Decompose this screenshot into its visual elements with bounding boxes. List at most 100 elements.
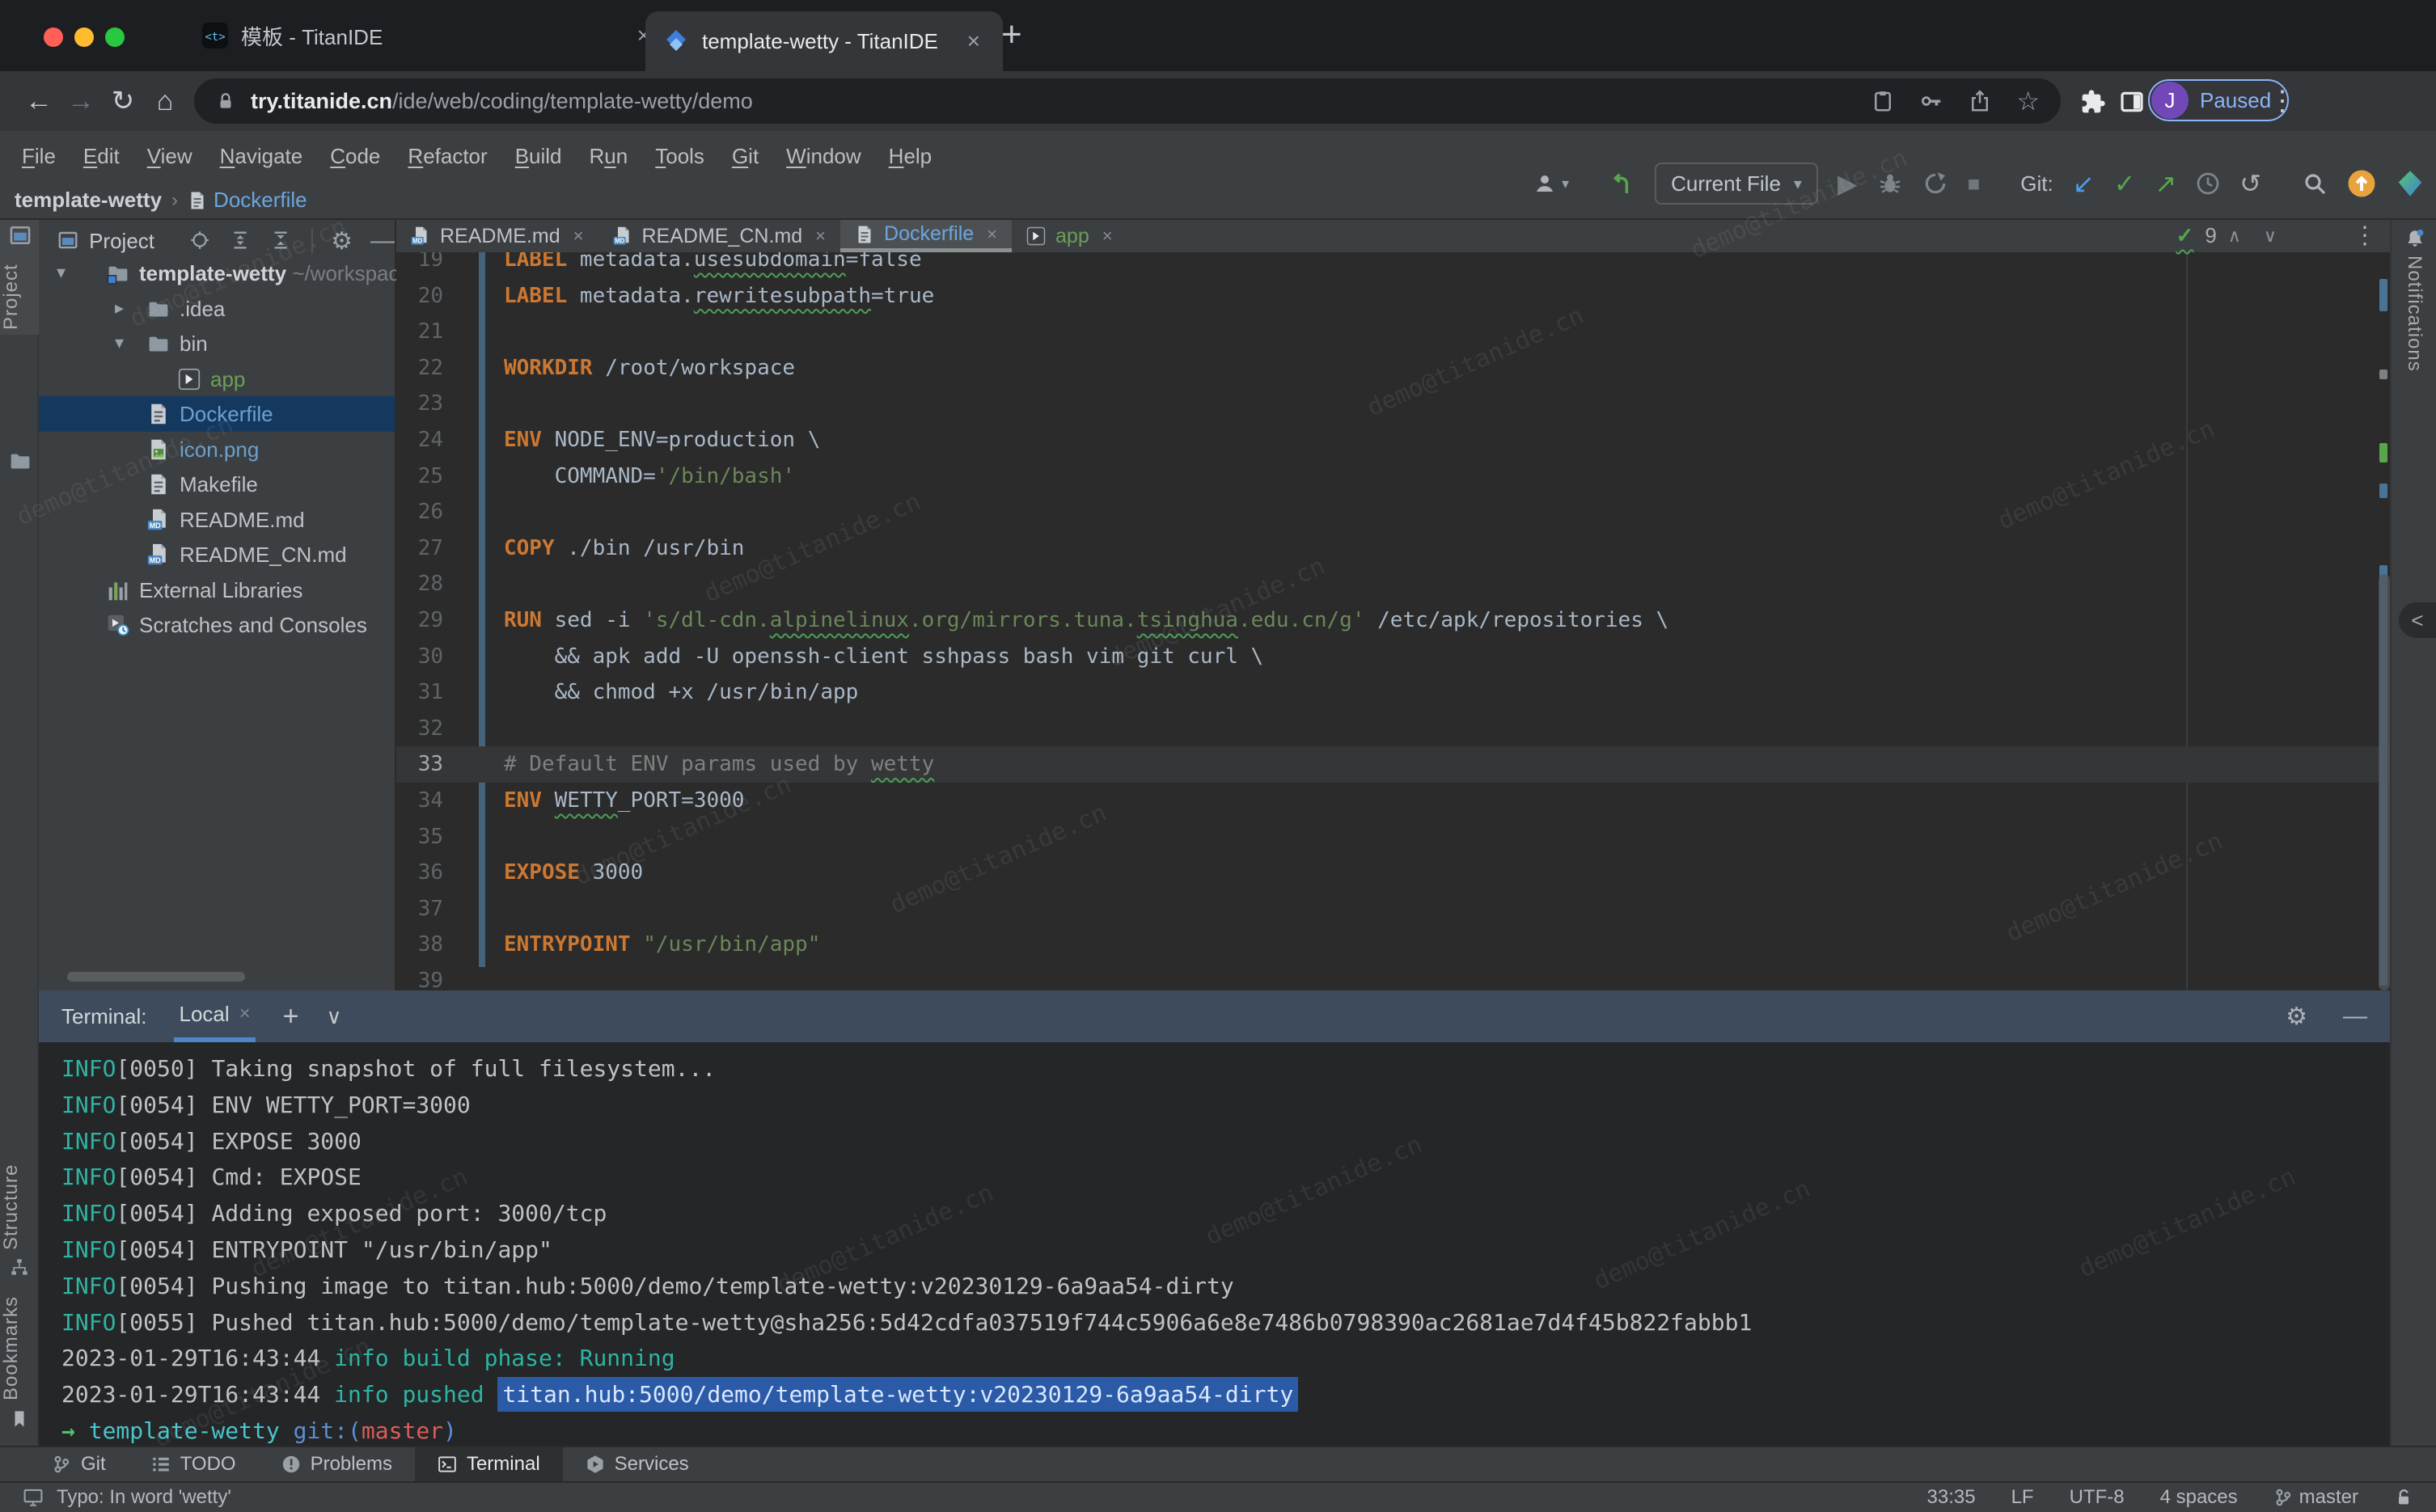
editor-tab-readme-cn-md[interactable]: MDREADME_CN.md×: [598, 220, 841, 252]
collapse-all-icon[interactable]: [271, 230, 290, 251]
notifications-bell-icon[interactable]: [2404, 228, 2425, 249]
toolwindow-git[interactable]: Git: [29, 1447, 129, 1481]
window-minimize-button[interactable]: [74, 27, 94, 47]
search-everywhere-icon[interactable]: [2302, 171, 2328, 196]
menu-run[interactable]: Run: [576, 144, 642, 169]
run-configuration-select[interactable]: Current File▾: [1655, 163, 1818, 205]
minimize-panel-icon[interactable]: —: [370, 227, 395, 255]
expand-all-icon[interactable]: [230, 230, 250, 251]
git-commit-icon[interactable]: ✓: [2114, 167, 2136, 200]
prev-problem-icon[interactable]: ∧: [2228, 226, 2241, 247]
debug-icon[interactable]: [1877, 171, 1903, 196]
horizontal-scrollbar[interactable]: [67, 972, 245, 982]
tree-item-bin[interactable]: ▾bin: [39, 326, 395, 361]
reload-icon[interactable]: ↻: [105, 71, 141, 131]
breadcrumb-file[interactable]: Dockerfile: [188, 188, 307, 213]
rollback-icon[interactable]: ↺: [2239, 167, 2261, 200]
browser-menu-dots-icon[interactable]: ⋮: [2265, 71, 2300, 131]
tree-item-readme-cn-md[interactable]: MDREADME_CN.md: [39, 537, 395, 572]
stripe-label-project[interactable]: Project: [0, 252, 39, 341]
tab-close-icon[interactable]: ×: [1102, 226, 1113, 247]
editor-tab-dockerfile[interactable]: Dockerfile×: [840, 220, 1012, 252]
editor-tabs-more-icon[interactable]: ⋮: [2353, 222, 2377, 250]
back-icon[interactable]: ←: [21, 71, 57, 131]
chevron-down-icon[interactable]: ▾: [115, 332, 124, 353]
new-terminal-session-icon[interactable]: +: [283, 1001, 299, 1033]
stripe-label-bookmarks[interactable]: Bookmarks: [0, 1295, 39, 1400]
tree-item-scratches-and-consoles[interactable]: Scratches and Consoles: [39, 607, 395, 643]
caret-position[interactable]: 33:35: [1927, 1486, 1976, 1509]
event-log-icon[interactable]: [23, 1487, 44, 1508]
tab-close-icon[interactable]: ×: [815, 226, 826, 247]
vertical-scrollbar[interactable]: [2379, 574, 2390, 990]
stripe-label-structure[interactable]: Structure: [0, 1163, 39, 1252]
tree-item-readme-md[interactable]: MDREADME.md: [39, 502, 395, 538]
menu-window[interactable]: Window: [772, 144, 874, 169]
menu-refactor[interactable]: Refactor: [394, 144, 501, 169]
gear-icon[interactable]: ⚙: [331, 227, 353, 256]
menu-code[interactable]: Code: [316, 144, 394, 169]
side-panel-icon[interactable]: [2119, 89, 2145, 115]
commit-stripe-icon[interactable]: [9, 450, 32, 472]
code-editor[interactable]: 19LABEL metadata.usesubdomain=false20LAB…: [396, 252, 2390, 990]
stripe-label-notifications[interactable]: Notifications: [2403, 256, 2425, 372]
share-icon[interactable]: [1968, 89, 1992, 113]
menu-file[interactable]: File: [8, 144, 70, 169]
git-branch-widget[interactable]: master: [2273, 1486, 2358, 1509]
build-project-icon[interactable]: [1609, 171, 1635, 196]
titanide-logo-icon[interactable]: [2396, 169, 2425, 198]
inspections-widget[interactable]: ✓ 9 ∧ ∨: [2176, 223, 2277, 248]
next-problem-icon[interactable]: ∨: [2264, 226, 2277, 247]
tree-item-icon-png[interactable]: icon.png: [39, 432, 395, 467]
project-stripe-icon[interactable]: [10, 225, 31, 246]
new-tab-button[interactable]: +: [1001, 15, 1022, 55]
menu-tools[interactable]: Tools: [641, 144, 718, 169]
tree-item-dockerfile[interactable]: Dockerfile: [39, 396, 395, 432]
locate-file-icon[interactable]: [190, 230, 209, 251]
terminal-settings-gear-icon[interactable]: ⚙: [2286, 1003, 2307, 1031]
menu-view[interactable]: View: [133, 144, 206, 169]
tree-item-external-libraries[interactable]: External Libraries: [39, 572, 395, 608]
tree-item-app[interactable]: app: [39, 361, 395, 397]
terminal-tab-close-icon[interactable]: ×: [239, 1003, 251, 1025]
window-zoom-button[interactable]: [105, 27, 125, 47]
browser-tab-active[interactable]: template-wetty - TitanIDE ×: [645, 11, 1003, 71]
bookmark-star-icon[interactable]: ☆: [2016, 89, 2040, 113]
git-update-icon[interactable]: ↙: [2073, 167, 2095, 200]
run-icon[interactable]: ▶: [1838, 167, 1858, 200]
menu-navigate[interactable]: Navigate: [206, 144, 317, 169]
menu-build[interactable]: Build: [501, 144, 576, 169]
tab-close-icon[interactable]: ×: [573, 226, 584, 247]
breadcrumb-project[interactable]: template-wetty: [15, 188, 162, 213]
address-bar[interactable]: try.titanide.cn /ide/web/coding/template…: [194, 78, 2061, 124]
tree-item-template-wetty[interactable]: ▾template-wetty ~/workspac: [39, 256, 395, 291]
status-message[interactable]: Typo: In word 'wetty': [57, 1486, 231, 1509]
tree-item--idea[interactable]: ▸.idea: [39, 291, 395, 327]
window-close-button[interactable]: [44, 27, 63, 47]
tree-item-makefile[interactable]: Makefile: [39, 467, 395, 502]
editor-tab-readme-md[interactable]: MDREADME.md×: [396, 220, 598, 252]
clipboard-icon[interactable]: [1871, 89, 1895, 113]
terminal-dropdown-icon[interactable]: ∨: [327, 1004, 342, 1029]
show-hidden-panel-button[interactable]: <: [2399, 602, 2436, 638]
toolwindow-terminal[interactable]: Terminal: [415, 1447, 563, 1481]
tab-close-icon[interactable]: ×: [962, 28, 985, 54]
chevron-down-icon[interactable]: ▾: [57, 262, 66, 283]
line-separator[interactable]: LF: [2011, 1486, 2034, 1509]
editor-tab-app[interactable]: app×: [1012, 220, 1127, 252]
terminal-minimize-icon[interactable]: —: [2343, 1003, 2367, 1030]
file-encoding[interactable]: UTF-8: [2070, 1486, 2125, 1509]
user-menu-button[interactable]: ▾: [1533, 171, 1569, 196]
password-key-icon[interactable]: [1919, 89, 1943, 113]
toolwindow-services[interactable]: Services: [563, 1447, 712, 1481]
history-clock-icon[interactable]: [2196, 171, 2220, 196]
extensions-icon[interactable]: [2080, 89, 2106, 115]
unlock-icon[interactable]: [2394, 1488, 2413, 1507]
project-panel-title[interactable]: Project: [89, 229, 154, 254]
tab-close-icon[interactable]: ×: [987, 224, 997, 245]
indent-size[interactable]: 4 spaces: [2160, 1486, 2238, 1509]
menu-help[interactable]: Help: [875, 144, 945, 169]
forward-icon[interactable]: →: [63, 71, 99, 131]
ide-update-icon[interactable]: [2347, 169, 2376, 198]
git-push-icon[interactable]: ↗: [2155, 167, 2176, 200]
